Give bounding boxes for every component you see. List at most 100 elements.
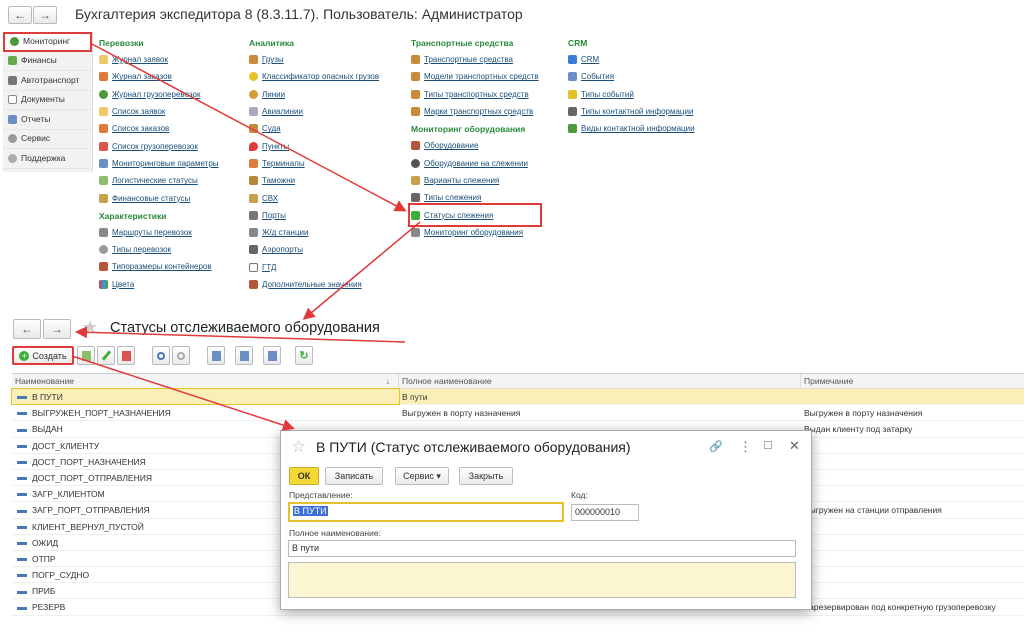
link-vehicles[interactable]: Транспортные средства bbox=[411, 51, 539, 68]
link-vehicle-types[interactable]: Типы транспортных средств bbox=[411, 86, 539, 103]
link-equipment-tracking[interactable]: Оборудование на слежении bbox=[411, 154, 539, 171]
truck-icon bbox=[411, 107, 420, 117]
item-icon bbox=[17, 461, 27, 464]
link-vehicle-models[interactable]: Модели транспортных средств bbox=[411, 68, 539, 85]
sidebar-item-transport[interactable]: Автотранспорт bbox=[3, 71, 92, 91]
sidebar: Мониторинг Финансы Автотранспорт Докумен… bbox=[3, 32, 93, 172]
rail-icon bbox=[249, 228, 258, 238]
link-customs[interactable]: Таможни bbox=[249, 172, 379, 189]
link-shipment-journal[interactable]: Журнал грузоперевозок bbox=[99, 86, 219, 103]
table-row[interactable]: В ПУТИ В пути bbox=[11, 387, 1024, 406]
link-request-list[interactable]: Список заявок bbox=[99, 103, 219, 120]
cell-note bbox=[801, 519, 1024, 534]
link-svh[interactable]: СВХ bbox=[249, 189, 379, 206]
column-header-name[interactable]: Наименование ↓ bbox=[12, 374, 399, 388]
link-points[interactable]: Пункты bbox=[249, 137, 379, 154]
link-ports[interactable]: Порты bbox=[249, 207, 379, 224]
link-tracking-variants[interactable]: Варианты слежения bbox=[411, 172, 539, 189]
link-shipment-list[interactable]: Список грузоперевозок bbox=[99, 137, 219, 154]
representation-field[interactable]: В ПУТИ bbox=[288, 502, 564, 522]
clear-search-button[interactable] bbox=[172, 346, 190, 365]
link-contact-info-kinds[interactable]: Виды контактной информации bbox=[568, 120, 695, 137]
copy-icon bbox=[81, 350, 91, 361]
link-tracking-statuses[interactable]: Статусы слежения bbox=[408, 203, 542, 227]
cell-note: Зарезервирован под конкретную грузоперев… bbox=[804, 602, 996, 613]
forward-button[interactable]: → bbox=[33, 6, 57, 24]
pin-icon bbox=[249, 141, 258, 151]
copy-button[interactable] bbox=[77, 346, 95, 365]
close-button[interactable]: Закрыть bbox=[459, 467, 513, 485]
sidebar-item-documents[interactable]: Документы bbox=[3, 91, 92, 110]
calendar-icon bbox=[568, 72, 577, 82]
favorite-star-icon[interactable]: ★ bbox=[82, 317, 98, 338]
link-colors[interactable]: Цвета bbox=[99, 276, 219, 293]
link-contact-info-types[interactable]: Типы контактной информации bbox=[568, 103, 695, 120]
sidebar-item-reports[interactable]: Отчеты bbox=[3, 110, 92, 130]
back-button[interactable]: ← bbox=[13, 319, 41, 339]
truck-icon bbox=[411, 89, 420, 99]
table-icon bbox=[99, 193, 108, 203]
delete-mark-button[interactable] bbox=[117, 346, 135, 365]
link-monitoring-params[interactable]: Мониторинговые параметры bbox=[99, 155, 219, 172]
truck-icon bbox=[411, 55, 420, 65]
link-tracking-types[interactable]: Типы слежения bbox=[411, 189, 539, 206]
report-button-3[interactable] bbox=[263, 346, 281, 365]
link-vessels[interactable]: Суда bbox=[249, 120, 379, 137]
link-order-list[interactable]: Список заказов bbox=[99, 120, 219, 137]
back-button[interactable]: ← bbox=[8, 6, 32, 24]
link-extra-values[interactable]: Дополнительные значения bbox=[249, 276, 379, 293]
close-icon[interactable]: ✕ bbox=[789, 438, 800, 454]
more-icon[interactable]: ⋮ bbox=[739, 439, 752, 455]
customs-icon bbox=[249, 176, 258, 186]
link-equipment[interactable]: Оборудование bbox=[411, 137, 539, 154]
link-event-types[interactable]: Типы событий bbox=[568, 86, 695, 103]
link-routes[interactable]: Маршруты перевозок bbox=[99, 224, 219, 241]
link-icon[interactable]: 🔗 bbox=[709, 440, 723, 453]
link-airlines[interactable]: Авиалинии bbox=[249, 103, 379, 120]
link-terminals[interactable]: Терминалы bbox=[249, 155, 379, 172]
link-vehicle-brands[interactable]: Марки транспортных средств bbox=[411, 103, 539, 120]
link-events[interactable]: События bbox=[568, 68, 695, 85]
maximize-icon[interactable]: □ bbox=[764, 437, 772, 452]
edit-button[interactable] bbox=[97, 346, 115, 365]
sidebar-item-service[interactable]: Сервис bbox=[3, 130, 92, 149]
link-cargo[interactable]: Грузы bbox=[249, 51, 379, 68]
refresh-button[interactable]: ↻ bbox=[295, 346, 313, 365]
save-button[interactable]: Записать bbox=[325, 467, 383, 485]
code-field[interactable]: 000000010 bbox=[571, 504, 639, 521]
anchor-icon bbox=[249, 210, 258, 220]
link-airports[interactable]: Аэропорты bbox=[249, 241, 379, 258]
ok-button[interactable]: ОК bbox=[289, 467, 319, 485]
link-financial-statuses[interactable]: Финансовые статусы bbox=[99, 189, 219, 206]
link-gtd[interactable]: ГТД bbox=[249, 259, 379, 276]
link-rail-stations[interactable]: Ж/д станции bbox=[249, 224, 379, 241]
report-button-1[interactable] bbox=[207, 346, 225, 365]
link-container-sizes[interactable]: Типоразмеры контейнеров bbox=[99, 258, 219, 275]
sidebar-item-finance[interactable]: Финансы bbox=[3, 52, 92, 71]
list-icon bbox=[99, 141, 108, 151]
table-row[interactable]: ВЫГРУЖЕН_ПОРТ_НАЗНАЧЕНИЯ Выгружен в порту… bbox=[12, 405, 1024, 422]
link-equipment-monitoring[interactable]: Мониторинг оборудования bbox=[411, 224, 539, 241]
sidebar-item-support[interactable]: Поддержка bbox=[3, 149, 92, 169]
favorite-star-icon[interactable]: ☆ bbox=[291, 437, 306, 457]
link-request-journal[interactable]: Журнал заявок bbox=[99, 51, 219, 68]
link-shipment-types[interactable]: Типы перевозок bbox=[99, 241, 219, 258]
comment-field[interactable] bbox=[288, 562, 796, 598]
report-icon bbox=[211, 350, 221, 361]
sidebar-item-monitoring[interactable]: Мониторинг bbox=[3, 32, 92, 52]
link-hazard-classifier[interactable]: Классификатор опасных грузов bbox=[249, 68, 379, 85]
link-order-journal[interactable]: Журнал заказов bbox=[99, 68, 219, 85]
full-name-field[interactable]: В пути bbox=[288, 540, 796, 557]
column-header-full-name[interactable]: Полное наименование bbox=[399, 374, 801, 388]
search-button[interactable] bbox=[152, 346, 170, 365]
create-button[interactable]: + Создать bbox=[12, 346, 74, 365]
section-title: Аналитика bbox=[249, 38, 294, 48]
link-lines[interactable]: Линии bbox=[249, 86, 379, 103]
link-logistic-statuses[interactable]: Логистические статусы bbox=[99, 172, 219, 189]
report-button-2[interactable] bbox=[235, 346, 253, 365]
service-menu-button[interactable]: Сервис ▾ bbox=[395, 467, 449, 485]
container-icon bbox=[99, 262, 108, 272]
column-header-note[interactable]: Примечание bbox=[801, 374, 1024, 388]
link-crm[interactable]: CRM bbox=[568, 51, 695, 68]
forward-button[interactable]: → bbox=[43, 319, 71, 339]
